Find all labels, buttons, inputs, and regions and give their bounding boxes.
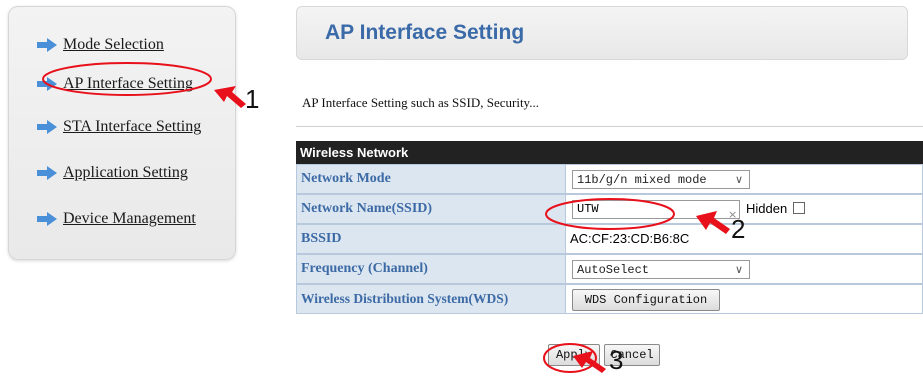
frequency-select[interactable]: AutoSelect ∨ bbox=[572, 260, 750, 279]
arrow-right-icon bbox=[37, 77, 57, 91]
apply-button[interactable]: Apply bbox=[548, 344, 600, 366]
sidebar-menu: Mode Selection AP Interface Setting STA … bbox=[8, 6, 236, 260]
sidebar-item-label[interactable]: Application Setting bbox=[63, 164, 188, 182]
sidebar-item-label[interactable]: STA Interface Setting bbox=[63, 118, 201, 136]
sidebar-item-label[interactable]: AP Interface Setting bbox=[63, 75, 193, 93]
sidebar-item-label[interactable]: Mode Selection bbox=[63, 36, 164, 54]
wds-configuration-button[interactable]: WDS Configuration bbox=[572, 289, 720, 311]
sidebar-item-label[interactable]: Device Management bbox=[63, 210, 196, 228]
sidebar-item-mode-selection[interactable]: Mode Selection bbox=[37, 33, 164, 57]
row-value: AutoSelect ∨ bbox=[566, 254, 923, 284]
sidebar-item-sta-interface-setting[interactable]: STA Interface Setting bbox=[37, 115, 201, 139]
page-description: AP Interface Setting such as SSID, Secur… bbox=[302, 95, 539, 110]
arrow-right-icon bbox=[37, 38, 57, 52]
arrow-right-icon bbox=[37, 166, 57, 180]
annotation-number-1: 1 bbox=[245, 84, 260, 114]
divider bbox=[296, 126, 923, 127]
bssid-text: AC:CF:23:CD:B6:8C bbox=[570, 231, 690, 246]
chevron-down-icon: ∨ bbox=[734, 173, 743, 186]
table-row-wds: Wireless Distribution System(WDS) WDS Co… bbox=[296, 284, 923, 314]
ssid-input[interactable]: UTW bbox=[572, 200, 740, 219]
select-value: 11b/g/n mixed mode bbox=[577, 173, 707, 187]
sidebar-item-device-management[interactable]: Device Management bbox=[37, 207, 196, 231]
table-row-frequency: Frequency (Channel) AutoSelect ∨ bbox=[296, 254, 923, 284]
annotation-number-2: 2 bbox=[731, 214, 746, 244]
arrow-right-icon bbox=[37, 120, 57, 134]
row-label: Network Name(SSID) bbox=[296, 194, 566, 224]
network-mode-select[interactable]: 11b/g/n mixed mode ∨ bbox=[572, 170, 750, 189]
table-row-bssid: BSSID AC:CF:23:CD:B6:8C bbox=[296, 224, 923, 254]
hidden-label: Hidden bbox=[746, 201, 788, 216]
table-row-ssid: Network Name(SSID) UTW × Hidden bbox=[296, 194, 923, 224]
chevron-down-icon: ∨ bbox=[734, 263, 743, 276]
row-label: Frequency (Channel) bbox=[296, 254, 566, 284]
sidebar-item-application-setting[interactable]: Application Setting bbox=[37, 161, 188, 185]
table-header: Wireless Network bbox=[296, 141, 923, 164]
table-row-network-mode: Network Mode 11b/g/n mixed mode ∨ bbox=[296, 164, 923, 194]
page-header: AP Interface Setting bbox=[296, 6, 908, 60]
page-title: AP Interface Setting bbox=[325, 21, 525, 44]
select-value: AutoSelect bbox=[577, 263, 650, 277]
arrow-right-icon bbox=[37, 212, 57, 226]
annotation-number-3: 3 bbox=[609, 345, 624, 375]
sidebar-item-ap-interface-setting[interactable]: AP Interface Setting bbox=[37, 72, 193, 96]
row-value: WDS Configuration bbox=[566, 284, 923, 314]
row-label: Network Mode bbox=[296, 164, 566, 194]
row-label: Wireless Distribution System(WDS) bbox=[296, 284, 566, 314]
row-label: BSSID bbox=[296, 224, 566, 254]
hidden-checkbox[interactable] bbox=[793, 202, 805, 214]
row-value: 11b/g/n mixed mode ∨ bbox=[566, 164, 923, 194]
